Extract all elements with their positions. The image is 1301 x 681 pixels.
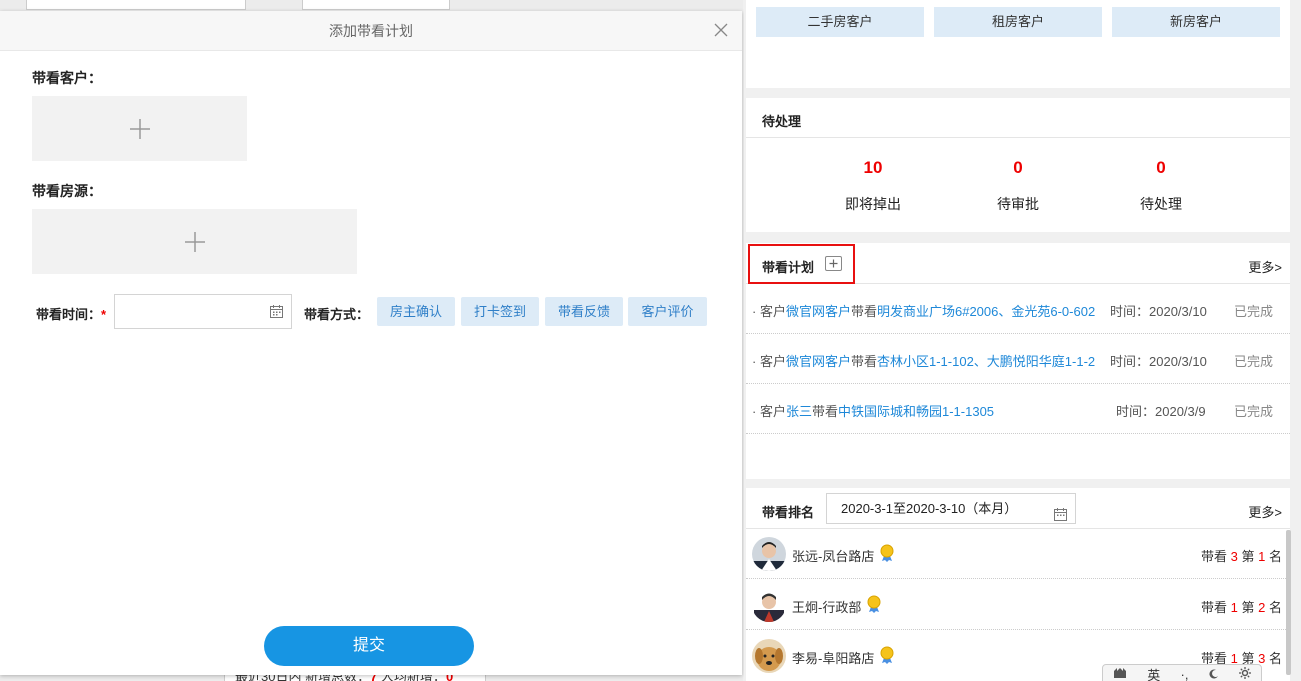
add-property-button[interactable] — [32, 209, 357, 274]
plan-row: · 客户张三带看中铁国际城和畅园1-1-1305 时间：2020/3/9 已完成 — [746, 384, 1290, 434]
property-link[interactable]: 中铁国际城和畅园1-1-1305 — [838, 404, 994, 419]
stat-label: 即将掉出 — [845, 196, 901, 212]
rank-name: 张远-凤台路店 — [792, 549, 875, 564]
plan-description: · 客户张三带看中铁国际城和畅园1-1-1305 — [752, 404, 995, 419]
calendar-icon[interactable] — [270, 305, 283, 318]
stat-value: 0 — [1156, 158, 1166, 177]
customer-link[interactable]: 张三 — [786, 404, 812, 419]
add-plan-dialog: 添加带看计划 带看客户： 带看房源： 带看时间：* 带看方式： 房主确认 打卡签… — [0, 11, 742, 675]
bronze-medal-icon — [880, 646, 894, 664]
visit-plan-more-link[interactable]: 更多> — [1248, 257, 1282, 276]
plan-status: 已完成 — [1234, 304, 1274, 319]
method-feedback-button[interactable]: 带看反馈 — [545, 297, 623, 326]
ime-logo-icon[interactable] — [1113, 667, 1127, 681]
stat-label: 待处理 — [1140, 196, 1182, 212]
add-visit-plan-icon[interactable] — [825, 256, 842, 271]
background-field — [26, 0, 246, 10]
plan-status: 已完成 — [1234, 354, 1274, 369]
close-icon[interactable] — [714, 23, 730, 39]
method-owner-confirm-button[interactable]: 房主确认 — [377, 297, 455, 326]
silver-medal-icon — [867, 595, 881, 613]
plan-description: · 客户微官网客户带看杏林小区1-1-102、大鹏悦阳华庭1-1-2 — [752, 354, 1096, 369]
avatar — [752, 588, 786, 622]
newhouse-customer-button[interactable]: 新房客户 — [1112, 7, 1280, 37]
customer-link[interactable]: 微官网客户 — [786, 354, 851, 369]
plan-row: · 客户微官网客户带看明发商业广场6#2006、金光苑6-0-602 时间：20… — [746, 284, 1290, 334]
rank-name: 王炯-行政部 — [792, 600, 862, 615]
ime-punctuation-icon[interactable]: ·, — [1181, 667, 1189, 681]
stat-value: 10 — [863, 158, 883, 177]
plan-description: · 客户微官网客户带看明发商业广场6#2006、金光苑6-0-602 — [752, 304, 1096, 319]
plan-status: 已完成 — [1234, 404, 1274, 419]
ranking-more-link[interactable]: 更多> — [1248, 502, 1282, 521]
ranking-title: 带看排名 — [762, 505, 815, 520]
rank-summary: 带看 3 第 1 名 — [1201, 549, 1282, 564]
background-field — [302, 0, 450, 10]
plan-row: · 客户微官网客户带看杏林小区1-1-102、大鹏悦阳华庭1-1-2 时间：20… — [746, 334, 1290, 384]
rank-summary: 带看 1 第 2 名 — [1201, 600, 1282, 615]
dialog-header: 添加带看计划 — [0, 11, 742, 51]
property-link[interactable]: 明发商业广场6#2006、金光苑6-0-602 — [877, 304, 1095, 319]
avatar — [752, 639, 786, 673]
property-link[interactable]: 杏林小区1-1-102、大鹏悦阳华庭1-1-2 — [877, 354, 1095, 369]
plan-time: 时间：2020/3/10 — [1110, 304, 1207, 319]
visit-time-input[interactable] — [115, 295, 265, 328]
calendar-icon[interactable] — [1054, 502, 1067, 531]
rental-customer-button[interactable]: 租房客户 — [934, 7, 1102, 37]
method-checkin-button[interactable]: 打卡签到 — [461, 297, 539, 326]
stat-value: 0 — [1013, 158, 1023, 177]
scrollbar[interactable] — [1286, 530, 1291, 675]
visit-time-field[interactable] — [114, 294, 292, 329]
customer-type-card: 二手房客户 租房客户 新房客户 — [746, 0, 1290, 88]
divider — [746, 137, 1290, 138]
property-label: 带看房源： — [32, 183, 102, 199]
secondhand-customer-button[interactable]: 二手房客户 — [756, 7, 924, 37]
date-range-value: 2020-3-1至2020-3-10（本月） — [841, 501, 1018, 516]
stat-about-to-drop[interactable]: 10 即将掉出 — [823, 158, 923, 214]
stat-label: 待审批 — [997, 196, 1039, 212]
submit-button[interactable]: 提交 — [264, 626, 474, 666]
method-review-button[interactable]: 客户评价 — [628, 297, 707, 326]
time-label: 带看时间：* — [36, 307, 107, 322]
stat-to-process[interactable]: 0 待处理 — [1111, 158, 1211, 214]
ranking-date-range-picker[interactable]: 2020-3-1至2020-3-10（本月） — [826, 493, 1076, 524]
method-label: 带看方式： — [304, 307, 370, 322]
ime-language-toggle[interactable]: 英 — [1147, 665, 1160, 681]
stat-awaiting-approval[interactable]: 0 待审批 — [968, 158, 1068, 214]
plus-icon — [184, 231, 205, 252]
rank-row[interactable]: 王炯-行政部 带看 1 第 2 名 — [746, 580, 1290, 630]
plan-time: 时间：2020/3/9 — [1116, 404, 1206, 419]
ime-settings-icon[interactable] — [1238, 666, 1251, 681]
rank-row[interactable]: 张远-凤台路店 带看 3 第 1 名 — [746, 529, 1290, 579]
plan-time: 时间：2020/3/10 — [1110, 354, 1207, 369]
customer-label: 带看客户： — [32, 70, 102, 86]
dialog-title: 添加带看计划 — [329, 23, 413, 39]
customer-link[interactable]: 微官网客户 — [786, 304, 851, 319]
ime-toolbar[interactable]: 英 ·, — [1102, 664, 1262, 681]
dashboard-right-panel: 二手房客户 租房客户 新房客户 待处理 10 即将掉出 0 待审批 0 待处理 … — [744, 0, 1301, 681]
avatar — [752, 537, 786, 571]
ime-moon-icon[interactable] — [1209, 667, 1219, 681]
plus-icon — [129, 118, 150, 139]
add-customer-button[interactable] — [32, 96, 247, 161]
rank-name: 李易-阜阳路店 — [792, 651, 875, 666]
gold-medal-icon — [880, 544, 894, 562]
pending-title: 待处理 — [762, 114, 802, 129]
